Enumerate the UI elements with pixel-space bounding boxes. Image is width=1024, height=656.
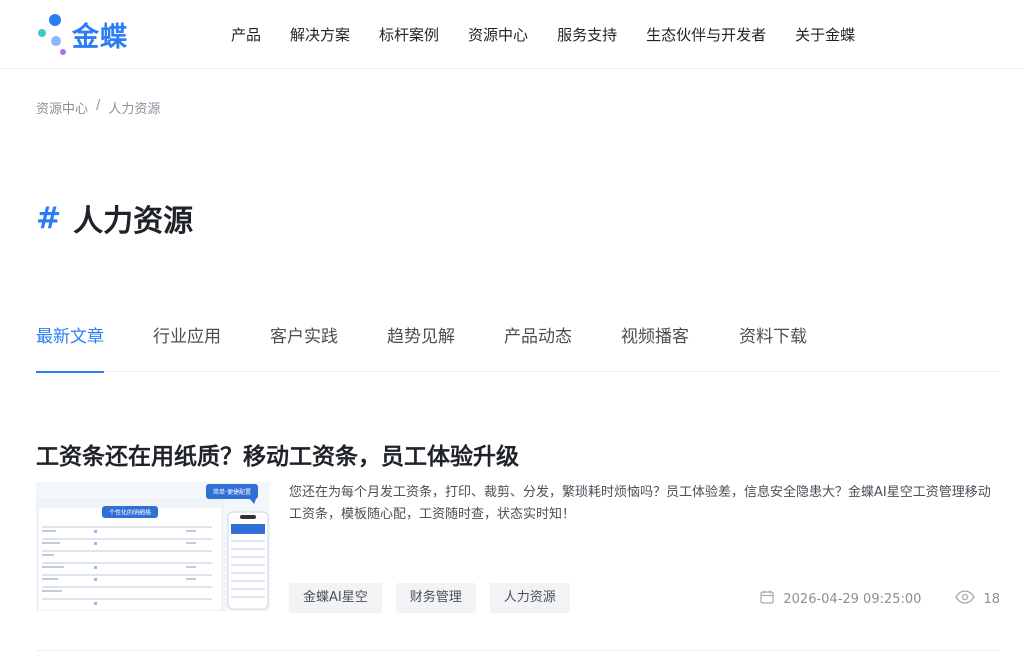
- tab-product-news[interactable]: 产品动态: [504, 322, 572, 372]
- hash-icon: #: [36, 200, 62, 236]
- breadcrumb-resources-link[interactable]: 资源中心: [36, 98, 88, 117]
- breadcrumb-current: 人力资源: [108, 102, 161, 117]
- article-summary: 您还在为每个月发工资条，打印、裁剪、分发，繁琐耗时烦恼吗？员工体验差，信息安全隐…: [289, 485, 991, 522]
- tab-video[interactable]: 视频播客: [621, 322, 689, 372]
- article-views: 18: [983, 591, 1000, 607]
- main-nav: 产品 解决方案 标杆案例 资源中心 服务支持 生态伙伴与开发者 关于金蝶: [231, 0, 884, 69]
- article-thumbnail[interactable]: 个性化的明细格 简单·便捷配置: [36, 482, 270, 611]
- brand-name: 金蝶: [72, 22, 128, 53]
- tab-industry[interactable]: 行业应用: [153, 322, 221, 372]
- tab-latest[interactable]: 最新文章: [36, 322, 104, 373]
- nav-item-partners[interactable]: 生态伙伴与开发者: [646, 24, 766, 45]
- article-tags: 金蝶AI星空 财务管理 人力资源: [289, 583, 570, 613]
- tag-kingdee-ai-star[interactable]: 金蝶AI星空: [289, 583, 382, 613]
- article-title[interactable]: 工资条还在用纸质？移动工资条，员工体验升级: [36, 437, 519, 471]
- breadcrumb: 资源中心 / 人力资源: [36, 98, 160, 117]
- site-header: 金蝶 产品 解决方案 标杆案例 资源中心 服务支持 生态伙伴与开发者 关于金蝶: [0, 0, 1024, 69]
- nav-item-cases[interactable]: 标杆案例: [379, 24, 439, 45]
- nav-item-support[interactable]: 服务支持: [557, 24, 617, 45]
- nav-item-about[interactable]: 关于金蝶: [795, 24, 855, 45]
- thumbnail-callout-right: 简单·便捷配置: [213, 488, 251, 496]
- tab-trends[interactable]: 趋势见解: [387, 322, 455, 372]
- brand-logo[interactable]: 金蝶: [38, 12, 148, 58]
- tag-finance[interactable]: 财务管理: [395, 583, 476, 613]
- page-title: # 人力资源: [36, 196, 193, 240]
- tag-hr[interactable]: 人力资源: [489, 583, 570, 613]
- article-date: 2026-04-29 09:25:00: [783, 591, 922, 607]
- tab-customer[interactable]: 客户实践: [270, 322, 338, 372]
- nav-item-solutions[interactable]: 解决方案: [290, 24, 350, 45]
- thumbnail-callout-left: 个性化的明细格: [109, 509, 151, 517]
- thumbnail-illustration: 个性化的明细格 简单·便捷配置: [36, 482, 270, 611]
- breadcrumb-separator: /: [96, 98, 101, 113]
- page-title-text: 人力资源: [73, 204, 194, 239]
- article-meta: 2026-04-29 09:25:00 18: [759, 589, 1000, 609]
- category-tabs: 最新文章 行业应用 客户实践 趋势见解 产品动态 视频播客 资料下载: [36, 310, 1000, 373]
- tab-downloads[interactable]: 资料下载: [739, 322, 807, 372]
- eye-icon: [955, 590, 976, 608]
- calendar-icon: [759, 589, 775, 609]
- nav-item-resources[interactable]: 资源中心: [468, 24, 528, 45]
- nav-item-products[interactable]: 产品: [231, 24, 261, 45]
- divider: [36, 650, 1000, 651]
